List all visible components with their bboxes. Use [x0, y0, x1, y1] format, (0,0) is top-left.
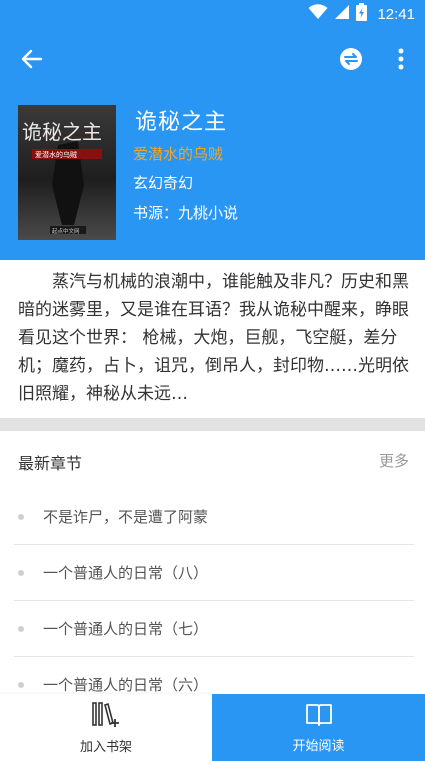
wifi-icon: [308, 4, 328, 24]
chapter-title: 不是诈尸，不是遭了阿蒙: [43, 508, 209, 526]
swap-source-button[interactable]: [334, 46, 368, 76]
swap-source-icon: [339, 47, 363, 75]
cover-title-art: 诡秘之主: [22, 120, 102, 144]
battery-icon: [356, 3, 368, 25]
chapter-item[interactable]: 一个普通人的日常（八）: [14, 545, 414, 601]
more-options-button[interactable]: [388, 46, 414, 76]
bullet-dot-icon: [18, 625, 24, 632]
status-icons: 12:41: [308, 3, 415, 25]
chapter-item[interactable]: 不是诈尸，不是遭了阿蒙: [14, 489, 414, 545]
bullet-dot-icon: [18, 513, 24, 520]
latest-chapters-title: 最新章节: [18, 454, 83, 473]
cover-author-art: 爱潜水的乌贼: [35, 150, 77, 159]
bottom-action-bar: 加入书架 开始阅读: [0, 694, 425, 761]
chapter-title: 一个普通人的日常（七）: [43, 620, 209, 638]
book-author[interactable]: 爱潜水的乌贼: [133, 143, 223, 164]
chapter-list: 不是诈尸，不是遭了阿蒙 一个普通人的日常（八） 一个普通人的日常（七） 一个普通…: [14, 489, 414, 713]
chapter-title: 一个普通人的日常（八）: [43, 564, 209, 582]
back-button[interactable]: [14, 46, 50, 76]
more-chapters-link[interactable]: 更多: [379, 450, 409, 471]
bullet-dot-icon: [18, 681, 24, 688]
cell-signal-icon: [334, 4, 350, 24]
add-shelf-label: 加入书架: [79, 739, 132, 755]
start-reading-button[interactable]: 开始阅读: [212, 694, 425, 761]
bullet-dot-icon: [18, 569, 24, 576]
book-source[interactable]: 书源：九桃小说: [133, 202, 238, 223]
status-bar: 12:41: [0, 0, 425, 28]
chapter-item[interactable]: 一个普通人的日常（七）: [14, 601, 414, 657]
open-book-icon: [304, 702, 334, 732]
chapter-title: 一个普通人的日常（六）: [43, 676, 209, 694]
book-category: 玄幻奇幻: [133, 174, 194, 192]
cover-publisher-art: 起点中文网: [52, 227, 80, 235]
add-shelf-icon: [91, 701, 121, 733]
book-header: 诡秘之主 爱潜水的乌贼 起点中文网 诡秘之主 爱潜水的乌贼 玄幻奇幻 书源：九桃…: [0, 28, 425, 260]
book-title: 诡秘之主: [135, 110, 228, 135]
more-vert-icon: [398, 48, 404, 74]
section-divider: [0, 418, 425, 431]
add-to-shelf-button[interactable]: 加入书架: [0, 694, 212, 761]
book-cover[interactable]: 诡秘之主 爱潜水的乌贼 起点中文网: [18, 105, 116, 240]
back-arrow-icon: [21, 49, 43, 73]
start-read-label: 开始阅读: [292, 738, 345, 754]
book-description[interactable]: 蒸汽与机械的浪潮中，谁能触及非凡？历史和黑暗的迷雾里，又是谁在耳语？我从诡秘中醒…: [18, 268, 410, 408]
status-time: 12:41: [377, 5, 415, 23]
